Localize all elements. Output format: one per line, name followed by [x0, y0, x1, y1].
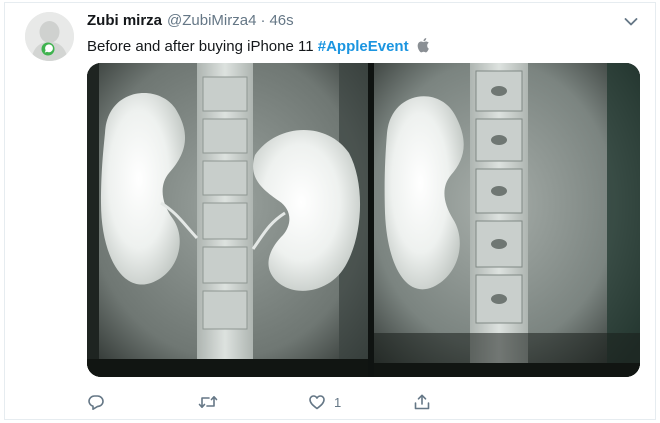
reply-button[interactable] [87, 391, 105, 413]
tweet-header: Zubi mirza @ZubiMirza4 · 46s [87, 12, 294, 32]
xray-after-panel [374, 63, 640, 377]
tweet-card[interactable]: Zubi mirza @ZubiMirza4 · 46s Before and … [4, 2, 656, 420]
tweet-text-body: Before and after buying iPhone 11 [87, 38, 318, 55]
like-button[interactable]: 1 [308, 391, 341, 413]
retweet-icon [198, 396, 218, 408]
retweet-button[interactable] [198, 391, 218, 413]
panel-divider [368, 63, 374, 377]
reply-icon [88, 395, 104, 410]
whatsapp-avatar-icon [25, 12, 74, 61]
author-handle[interactable]: @ZubiMirza4 [167, 12, 256, 29]
tweet-image[interactable] [87, 63, 640, 377]
avatar[interactable] [25, 12, 74, 61]
tweet-actions: 1 [87, 391, 640, 413]
separator: · [260, 12, 266, 29]
heart-icon [309, 395, 325, 410]
xray-before-panel [87, 63, 368, 377]
chevron-down-icon[interactable] [622, 13, 640, 31]
like-count: 1 [334, 394, 342, 410]
author-name[interactable]: Zubi mirza [87, 12, 162, 29]
apple-logo-icon [417, 38, 429, 53]
share-icon [414, 394, 430, 410]
timestamp[interactable]: 46s [269, 12, 293, 29]
hashtag-link[interactable]: #AppleEvent [318, 38, 409, 55]
tweet-text: Before and after buying iPhone 11 #Apple… [87, 37, 430, 57]
xray-comparison-image [87, 63, 640, 377]
share-button[interactable] [413, 391, 431, 413]
